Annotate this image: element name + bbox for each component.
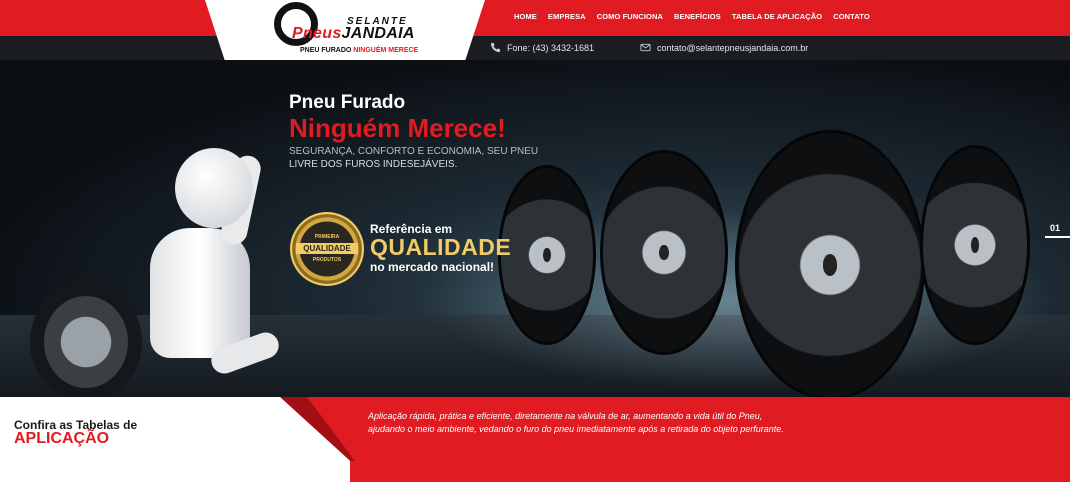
logo-jandaia-text: JANDAIA — [341, 25, 415, 42]
nav-tabela-aplicacao[interactable]: TABELA DE APLICAÇÃO — [732, 12, 822, 21]
logo[interactable]: SELANTE PneusJANDAIA PNEU FURADO NINGUÉM… — [270, 2, 430, 54]
tire-image-2 — [600, 150, 728, 355]
phone-contact[interactable]: Fone: (43) 3432-1681 — [490, 42, 594, 53]
logo-tagline-black: PNEU FURADO — [300, 47, 352, 54]
seal-bottom-text: PRODUTOS — [312, 257, 342, 263]
email-text: contato@selantepneusjandaia.com.br — [657, 42, 809, 53]
email-contact[interactable]: contato@selantepneusjandaia.com.br — [640, 42, 808, 53]
nav-contato[interactable]: CONTATO — [833, 12, 870, 21]
tire-image-3 — [735, 130, 925, 397]
left-red-fill — [0, 0, 232, 36]
logo-brand-text: PneusJANDAIA — [292, 25, 415, 43]
hero-subtitle-line1: SEGURANÇA, CONFORTO E ECONOMIA, SEU PNEU — [289, 146, 539, 157]
reference-line3: no mercado nacional! — [370, 260, 495, 274]
hero-title-line1: Pneu Furado — [289, 92, 406, 113]
slide-indicator[interactable]: 01 — [1050, 223, 1060, 233]
tire-image-4 — [920, 145, 1030, 345]
phone-icon — [490, 42, 501, 53]
page: SELANTE PneusJANDAIA PNEU FURADO NINGUÉM… — [0, 0, 1070, 482]
figure-body — [150, 228, 250, 358]
logo-tagline: PNEU FURADO NINGUÉM MERECE — [300, 47, 418, 54]
nav-como-funciona[interactable]: COMO FUNCIONA — [597, 12, 663, 21]
figure-head — [175, 148, 253, 228]
seal-top-text: PRIMEIRA — [314, 234, 340, 240]
flat-tire-image — [30, 282, 142, 397]
hero-title-line2: Ninguém Merece! — [289, 113, 506, 143]
quality-seal-icon: PRIMEIRA QUALIDADE PRODUTOS — [290, 212, 364, 286]
nav-empresa[interactable]: EMPRESA — [548, 12, 586, 21]
nav-home[interactable]: HOME — [514, 12, 537, 21]
email-icon — [640, 43, 651, 52]
main-nav: HOME EMPRESA COMO FUNCIONA BENEFÍCIOS TA… — [514, 12, 870, 21]
tire-image-1 — [498, 165, 596, 345]
nav-beneficios[interactable]: BENEFÍCIOS — [674, 12, 721, 21]
cta-line2[interactable]: APLICAÇÃO — [14, 430, 109, 448]
phone-text: Fone: (43) 3432-1681 — [507, 42, 595, 53]
reference-line2: QUALIDADE — [370, 234, 512, 260]
slide-indicator-line — [1045, 236, 1070, 238]
hero-banner: Pneu Furado Ninguém Merece! SEGURANÇA, C… — [0, 60, 1070, 397]
hero-subtitle-line2: LIVRE DOS FUROS INDESEJÁVEIS. — [289, 159, 458, 170]
logo-pneus-text: Pneus — [292, 25, 342, 42]
product-description: Aplicação rápida, prática e eficiente, d… — [368, 411, 784, 434]
logo-tagline-red: NINGUÉM MERECE — [353, 47, 419, 54]
seal-middle-text: QUALIDADE — [296, 243, 358, 254]
